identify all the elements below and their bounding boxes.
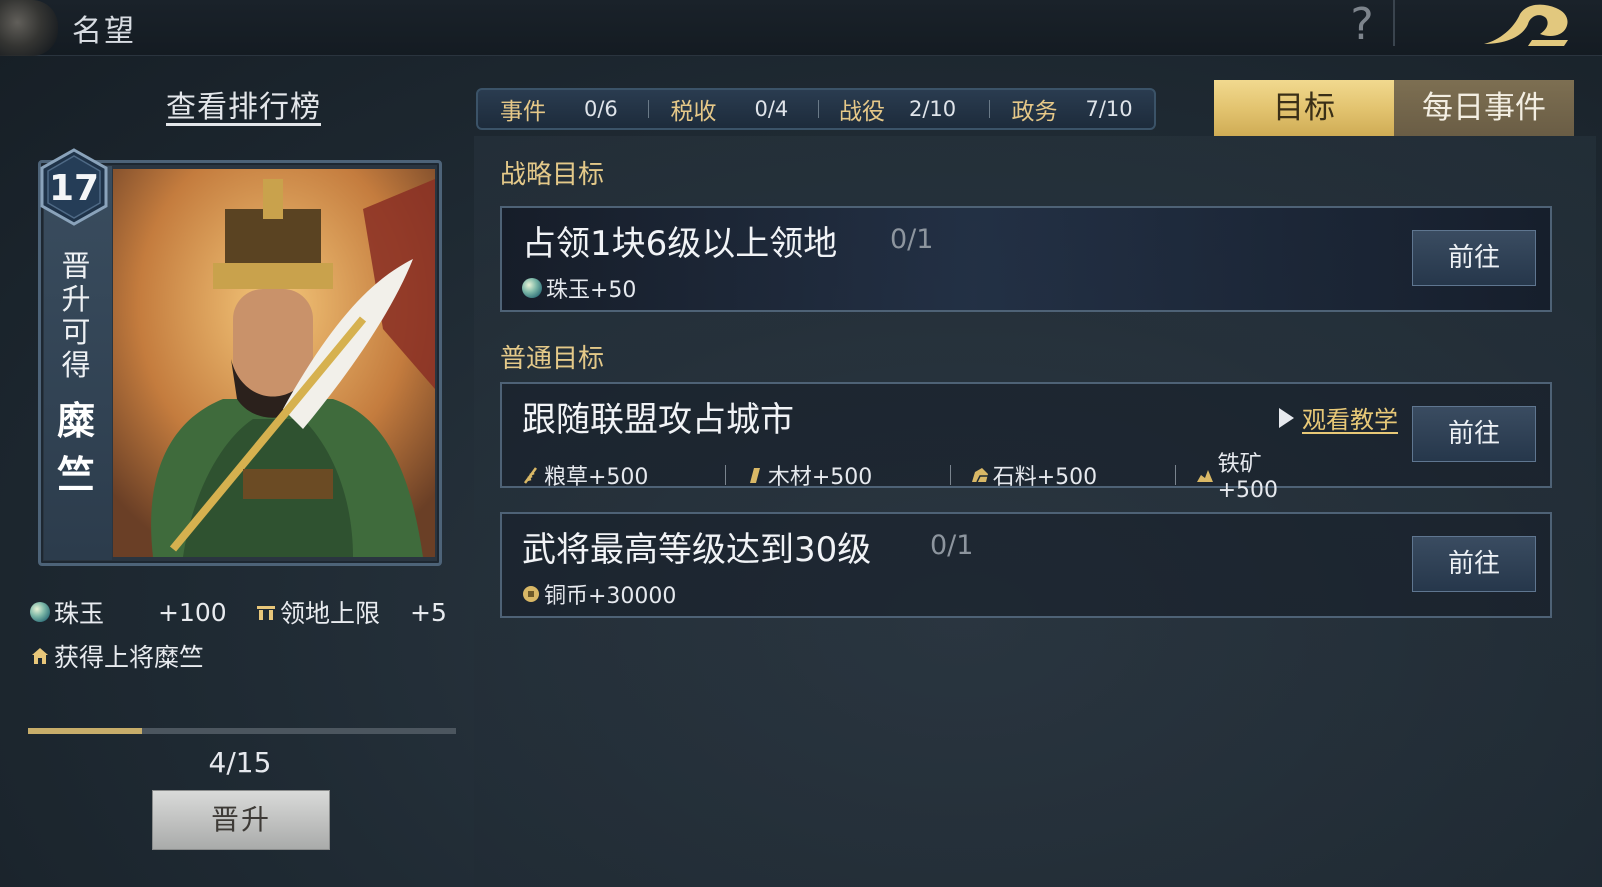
watch-tutorial-link[interactable]: 观看教学 bbox=[1279, 400, 1398, 435]
header-divider bbox=[1393, 0, 1395, 46]
reward-divider bbox=[1174, 464, 1176, 485]
promotion-progress-bar bbox=[28, 728, 456, 734]
task-progress: 0/1 bbox=[930, 530, 974, 561]
reward-item: 粮草+500 bbox=[522, 459, 725, 491]
task-rewards: 珠玉+50 bbox=[522, 272, 636, 304]
tab-daily-events[interactable]: 每日事件 bbox=[1394, 80, 1574, 136]
task-row: 占领1块6级以上领地 0/1 珠玉+50 前往 bbox=[500, 206, 1552, 312]
task-row: 跟随联盟攻占城市 观看教学 粮草+500 木材+500 石料+500 铁矿+50… bbox=[500, 382, 1552, 503]
promotion-progress-text: 4/15 bbox=[208, 746, 272, 779]
stone-icon bbox=[971, 467, 988, 482]
stat-tax: 税收 0/4 bbox=[670, 97, 789, 125]
reward-item: 珠玉+50 bbox=[522, 272, 636, 304]
reward-divider bbox=[949, 464, 951, 485]
general-name: 糜 竺 bbox=[56, 398, 95, 497]
copper-coin-icon bbox=[523, 586, 539, 602]
back-arrow-icon[interactable] bbox=[1480, 0, 1572, 50]
page-title: 名望 bbox=[72, 14, 136, 49]
territory-icon bbox=[257, 606, 275, 620]
jade-icon bbox=[522, 278, 542, 298]
task-title: 武将最高等级达到30级 bbox=[522, 530, 872, 570]
promote-button[interactable]: 晋升 bbox=[152, 790, 330, 850]
general-icon bbox=[32, 648, 48, 664]
jade-icon bbox=[30, 602, 50, 622]
task-title: 占领1块6级以上领地 bbox=[522, 224, 838, 264]
task-row: 武将最高等级达到30级 0/1 铜币+30000 前往 bbox=[500, 512, 1552, 618]
play-icon bbox=[1279, 407, 1294, 428]
stat-affairs: 政务 7/10 bbox=[1011, 97, 1133, 125]
task-title: 跟随联盟攻占城市 bbox=[522, 400, 794, 440]
portrait-art bbox=[113, 169, 435, 557]
wood-icon bbox=[749, 467, 760, 483]
strategic-goals-heading: 战略目标 bbox=[500, 160, 605, 190]
general-reward: 获得上将糜竺 bbox=[30, 638, 204, 674]
emblem-icon bbox=[0, 0, 58, 56]
top-bar: 名望 ? bbox=[0, 0, 1602, 56]
help-icon[interactable]: ? bbox=[1342, 0, 1382, 54]
normal-goals-heading: 普通目标 bbox=[500, 344, 605, 374]
task-rewards: 铜币+30000 bbox=[522, 578, 676, 610]
jade-reward: 珠玉 +100 bbox=[30, 594, 227, 630]
reward-item: 铜币+30000 bbox=[522, 578, 676, 610]
iron-icon bbox=[1196, 469, 1213, 482]
task-progress: 0/1 bbox=[890, 224, 934, 255]
reward-item: 石料+500 bbox=[971, 459, 1175, 491]
grain-icon bbox=[523, 466, 538, 484]
go-button[interactable]: 前往 bbox=[1412, 406, 1536, 462]
go-button[interactable]: 前往 bbox=[1412, 536, 1536, 592]
tab-goals[interactable]: 目标 bbox=[1214, 80, 1394, 136]
reward-item: 木材+500 bbox=[746, 459, 950, 491]
task-rewards: 粮草+500 木材+500 石料+500 铁矿+500 bbox=[522, 446, 1322, 503]
general-portrait bbox=[113, 169, 435, 557]
go-button[interactable]: 前往 bbox=[1412, 230, 1536, 286]
promote-hint-text: 晋 升 可 得 bbox=[61, 249, 91, 382]
stats-bar: 事件 0/6 税收 0/4 战役 2/10 政务 7/10 bbox=[476, 88, 1156, 130]
view-leaderboard-link[interactable]: 查看排行榜 bbox=[166, 82, 321, 126]
stat-campaigns: 战役 2/10 bbox=[839, 97, 957, 125]
reward-item: 铁矿+500 bbox=[1196, 446, 1322, 503]
general-level: 17 bbox=[48, 168, 100, 209]
promotion-progress-fill bbox=[28, 728, 143, 734]
territory-reward: 领地上限 +5 bbox=[256, 594, 447, 630]
stat-events: 事件 0/6 bbox=[500, 97, 618, 125]
reward-divider bbox=[724, 464, 726, 485]
